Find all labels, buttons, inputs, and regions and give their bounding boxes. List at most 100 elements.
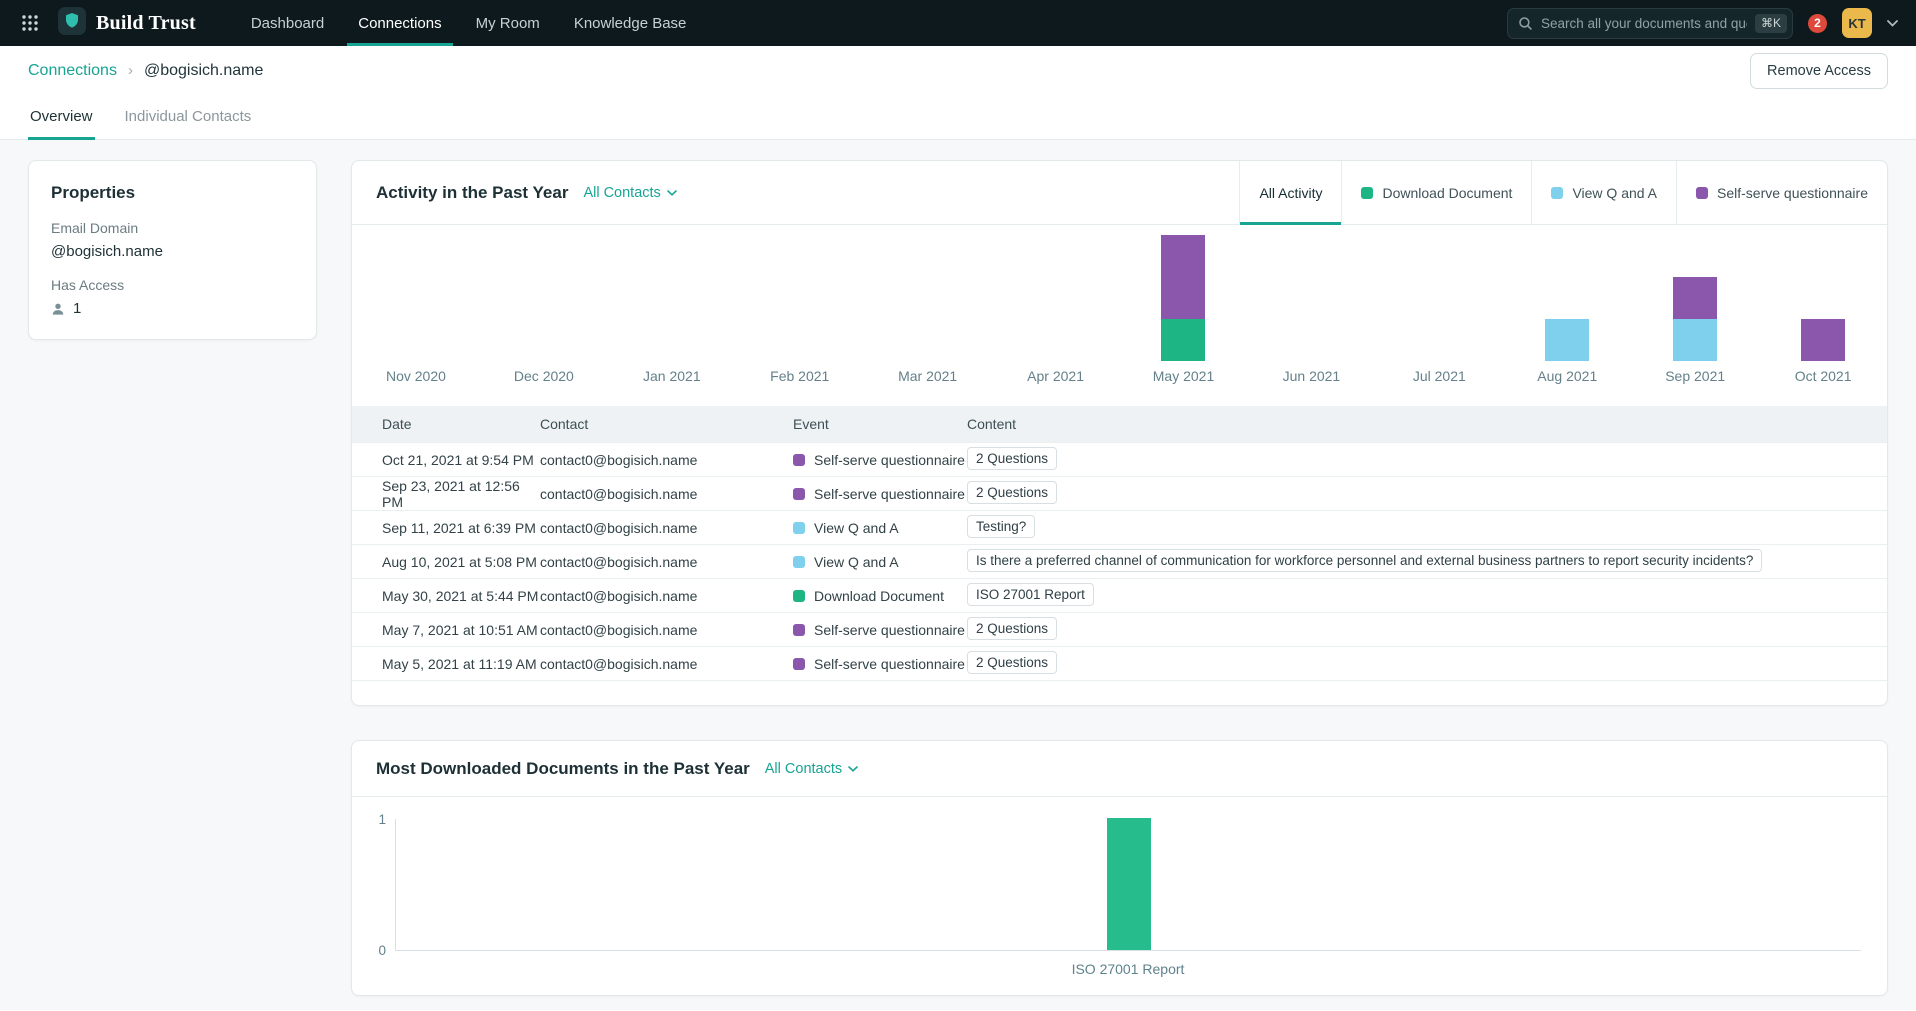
selfserve-event-swatch-icon (793, 623, 805, 636)
content-chip[interactable]: ISO 27001 Report (967, 582, 1094, 606)
breadcrumb-separator-icon: › (127, 62, 133, 79)
legend-tab-view-q-and-a[interactable]: View Q and A (1531, 161, 1676, 224)
cell-contact: contact0@bogisich.name (540, 587, 698, 604)
bar-stack (1545, 319, 1590, 361)
cell-content: 2 Questions (967, 446, 1887, 473)
download-document-swatch-icon (1361, 186, 1374, 199)
content-chip[interactable]: 2 Questions (967, 650, 1058, 674)
activity-contacts-filter[interactable]: All Contacts (583, 185, 677, 201)
selfserve-event-swatch-icon (793, 453, 805, 466)
downloads-contacts-filter[interactable]: All Contacts (765, 761, 858, 777)
bar-segment-view-q-and-a[interactable] (1545, 319, 1590, 361)
search-box[interactable]: ⌘K (1507, 7, 1793, 39)
month-label-oct-2021: Oct 2021 (1794, 368, 1852, 384)
tab-individual-contacts[interactable]: Individual Contacts (123, 95, 254, 139)
property-label-has-access: Has Access (51, 277, 125, 293)
event-label: View Q and A (814, 519, 899, 536)
event-label: Self-serve questionnaire (814, 451, 965, 468)
property-value-text: 1 (73, 300, 82, 317)
bar-column-aug-2021 (1503, 225, 1631, 361)
month-label-jun-2021: Jun 2021 (1282, 368, 1341, 384)
breadcrumb-current: @bogisich.name (143, 61, 264, 79)
content-chip[interactable]: Testing? (967, 514, 1036, 538)
content-chip[interactable]: 2 Questions (967, 446, 1058, 470)
cell-event: Self-serve questionnaire (793, 452, 967, 468)
download-event-swatch-icon (793, 589, 805, 602)
nav-item-connections[interactable]: Connections (341, 0, 458, 46)
bar-column-may-2021 (1120, 225, 1248, 361)
avatar[interactable]: KT (1842, 8, 1872, 38)
downloads-y-axis: 1 0 (372, 812, 395, 958)
month-label-mar-2021: Mar 2021 (898, 368, 958, 384)
remove-access-button[interactable]: Remove Access (1750, 52, 1888, 89)
month-label-may-2021: May 2021 (1152, 368, 1215, 384)
bar-segment-view-q-and-a[interactable] (1673, 319, 1718, 361)
event-label: Self-serve questionnaire (814, 621, 965, 638)
month-label-jan-2021: Jan 2021 (643, 368, 701, 384)
chevron-down-icon[interactable] (1887, 19, 1898, 27)
activity-bar-chart (352, 225, 1887, 361)
view-event-swatch-icon (793, 521, 805, 534)
event-label: Download Document (814, 587, 944, 604)
column-header-content: Content (967, 416, 1017, 432)
legend-tab-label: Self-serve questionnaire (1717, 184, 1868, 201)
downloads-bar-chart: 1 0 ISO 27001 Report (352, 797, 1887, 995)
activity-month-axis: Nov 2020 Dec 2020 Jan 2021 Feb 2021 Mar 2021… (352, 368, 1887, 384)
cell-event: View Q and A (793, 520, 967, 536)
nav-item-knowledge-base[interactable]: Knowledge Base (557, 0, 704, 46)
notification-badge[interactable]: 2 (1808, 13, 1827, 33)
downloads-plot-area (395, 818, 1861, 951)
activity-card: Activity in the Past Year All Contacts A… (351, 160, 1888, 706)
cell-date: May 5, 2021 at 11:19 AM (382, 655, 537, 672)
bar-column-nov-2020 (352, 225, 480, 361)
apps-grid-icon[interactable] (12, 0, 48, 46)
content-chip[interactable]: Is there a preferred channel of communic… (967, 548, 1763, 572)
legend-tab-download-document[interactable]: Download Document (1341, 161, 1531, 224)
breadcrumb-connections-link[interactable]: Connections (28, 62, 117, 80)
downloads-title: Most Downloaded Documents in the Past Ye… (376, 758, 750, 778)
y-tick-0: 0 (378, 943, 386, 958)
bar-segment-self-serve-questionnaire[interactable] (1673, 277, 1718, 319)
month-label-jul-2021: Jul 2021 (1412, 368, 1466, 384)
download-bar-iso-27001-report[interactable] (1106, 818, 1151, 950)
brand[interactable]: Build Trust (48, 0, 204, 46)
bar-stack (1673, 277, 1718, 361)
activity-card-header: Activity in the Past Year All Contacts A… (352, 161, 1887, 225)
legend-tab-all-activity[interactable]: All Activity (1239, 161, 1342, 225)
breadcrumb-bar: Connections › @bogisich.name Remove Acce… (0, 46, 1916, 95)
nav-item-my-room[interactable]: My Room (459, 0, 557, 46)
content-chip[interactable]: 2 Questions (967, 616, 1058, 640)
table-row: May 30, 2021 at 5:44 PM contact0@bogisich… (352, 578, 1887, 612)
bar-column-jan-2021 (608, 225, 736, 361)
property-value-email-domain: @bogisich.name (51, 243, 294, 260)
cell-contact: contact0@bogisich.name (540, 553, 698, 570)
downloads-card-header: Most Downloaded Documents in the Past Ye… (352, 741, 1887, 797)
tab-overview[interactable]: Overview (28, 95, 95, 140)
bar-segment-download-document[interactable] (1161, 319, 1206, 361)
cell-content: 2 Questions (967, 616, 1887, 643)
bar-segment-self-serve-questionnaire[interactable] (1801, 319, 1846, 361)
search-input[interactable] (1541, 15, 1747, 31)
activity-table-header: Date Contact Event Content (352, 406, 1887, 442)
brand-title: Build Trust (96, 11, 196, 34)
downloads-filter-label: All Contacts (764, 760, 843, 777)
month-label-sep-2021: Sep 2021 (1665, 368, 1726, 384)
bar-column-apr-2021 (992, 225, 1120, 361)
cell-date: Aug 10, 2021 at 5:08 PM (382, 553, 537, 570)
content-chip[interactable]: 2 Questions (967, 480, 1058, 504)
month-label-feb-2021: Feb 2021 (770, 368, 830, 384)
view-event-swatch-icon (793, 555, 805, 568)
bar-segment-self-serve-questionnaire[interactable] (1161, 235, 1206, 319)
month-label-nov-2020: Nov 2020 (385, 368, 446, 384)
primary-nav: Dashboard Connections My Room Knowledge Bas… (234, 0, 704, 46)
download-bar-column-iso-27001-report (396, 818, 1861, 950)
breadcrumb: Connections › @bogisich.name (28, 62, 263, 80)
legend-tab-self-serve-questionnaire[interactable]: Self-serve questionnaire (1676, 161, 1887, 224)
bar-stack (1801, 319, 1846, 361)
cell-date: Oct 21, 2021 at 9:54 PM (382, 451, 534, 468)
page-body: Properties Email Domain @bogisich.name Has… (0, 140, 1916, 1010)
nav-item-dashboard[interactable]: Dashboard (234, 0, 341, 46)
cell-contact: contact0@bogisich.name (540, 621, 698, 638)
person-icon (52, 303, 64, 315)
y-tick-1: 1 (378, 812, 386, 827)
